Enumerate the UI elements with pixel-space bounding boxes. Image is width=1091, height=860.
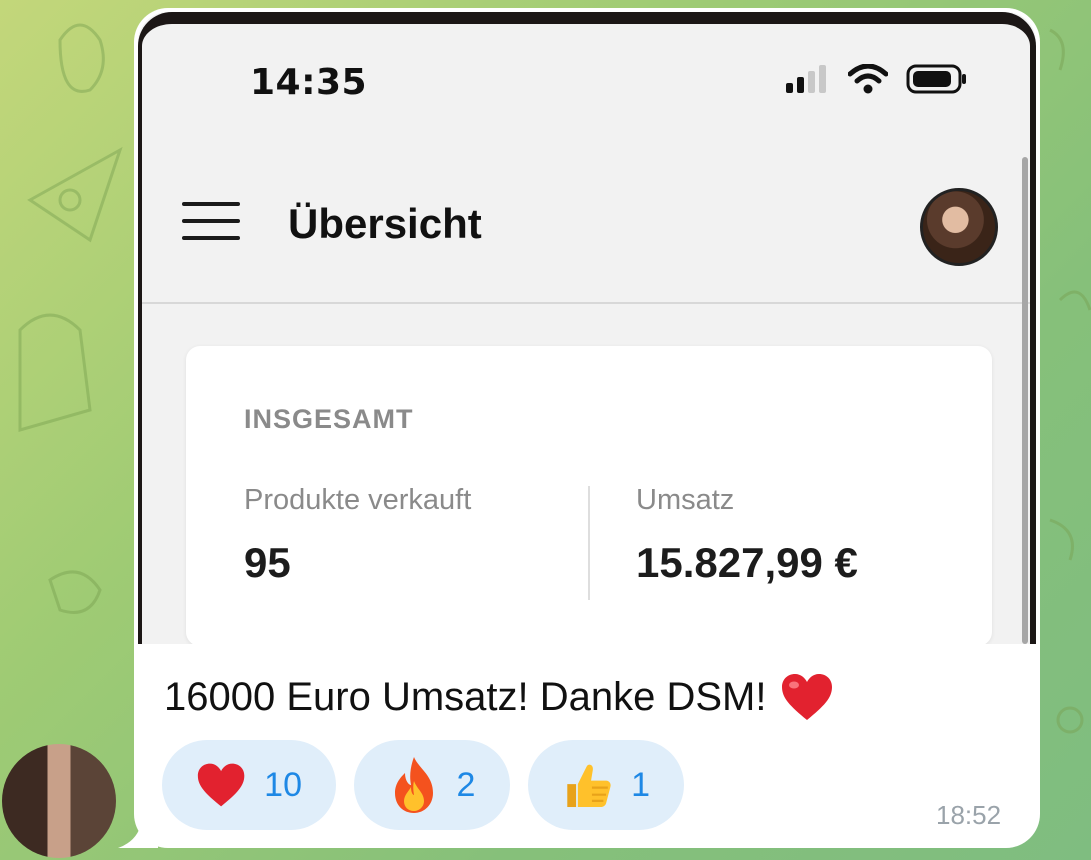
reaction-count: 1 <box>631 765 650 804</box>
heart-emoji-icon <box>782 674 833 720</box>
status-icons <box>786 64 968 94</box>
stat-value: 95 <box>244 539 291 586</box>
scrollbar[interactable] <box>1022 157 1028 644</box>
stat-revenue: Umsatz 15.827,99 € <box>636 484 858 587</box>
status-time: 14:35 <box>250 62 368 103</box>
stat-label: Produkte verkauft <box>244 484 472 516</box>
page-title: Übersicht <box>288 200 482 247</box>
reaction-thumbs-up[interactable]: 1 <box>528 740 684 830</box>
app-header: Übersicht <box>138 162 1036 304</box>
sender-avatar[interactable] <box>2 744 116 858</box>
message-bubble[interactable]: 14:35 Übersicht INSGESAMT Produkte verka… <box>134 8 1040 848</box>
heart-icon <box>197 763 245 807</box>
reactions-bar: 10 2 1 <box>162 740 684 830</box>
message-time: 18:52 <box>936 800 1002 830</box>
battery-icon <box>906 64 966 94</box>
wifi-icon <box>848 64 888 94</box>
status-bar: 14:35 <box>138 12 1036 152</box>
card-heading: INSGESAMT <box>244 404 414 434</box>
signal-icon <box>786 65 826 93</box>
menu-icon[interactable] <box>182 202 240 242</box>
fire-icon <box>394 757 433 813</box>
message-text-content: 16000 Euro Umsatz! Danke DSM! <box>164 674 767 719</box>
reaction-count: 10 <box>264 765 302 804</box>
summary-card: INSGESAMT Produkte verkauft 95 Umsatz 15… <box>186 346 992 644</box>
stat-products-sold: Produkte verkauft 95 <box>244 484 471 587</box>
reaction-heart[interactable]: 10 <box>162 740 336 830</box>
thumbs-up-icon <box>567 764 611 808</box>
message-text: 16000 Euro Umsatz! Danke DSM! <box>164 672 834 722</box>
stat-value: 15.827,99 € <box>636 539 858 586</box>
reaction-fire[interactable]: 2 <box>354 740 510 830</box>
reaction-count: 2 <box>456 765 476 804</box>
stat-label: Umsatz <box>636 484 735 516</box>
screenshot-image[interactable]: 14:35 Übersicht INSGESAMT Produkte verka… <box>138 12 1036 644</box>
stat-divider <box>588 486 590 600</box>
profile-avatar[interactable] <box>920 188 998 266</box>
